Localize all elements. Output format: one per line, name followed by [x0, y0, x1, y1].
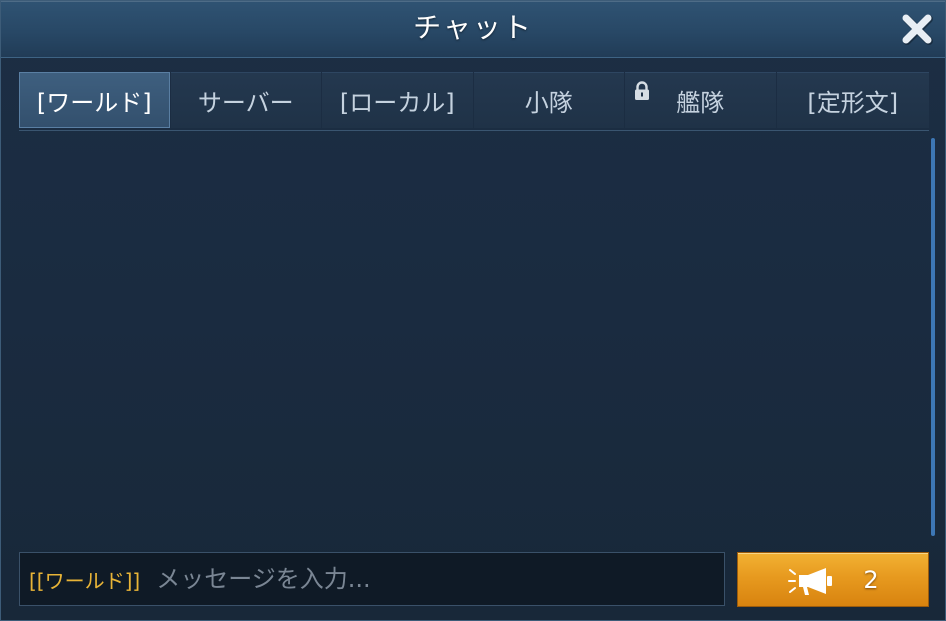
- megaphone-icon: [788, 568, 832, 595]
- tab-label: 艦隊: [676, 89, 725, 117]
- close-icon: [902, 14, 933, 45]
- tab-label: 小隊: [524, 89, 573, 117]
- tab-label: サーバー: [197, 89, 294, 117]
- tab-world[interactable]: [ワールド]: [19, 72, 170, 128]
- chat-window: チャット [ワールド] サーバー [ローカル] 小隊 艦隊 [定形文] [[ワー…: [0, 0, 946, 621]
- tab-squad[interactable]: 小隊: [473, 72, 624, 128]
- tab-label: [ワールド]: [36, 88, 152, 117]
- chat-message-area[interactable]: [19, 132, 929, 536]
- lock-icon: [635, 81, 649, 100]
- window-title: チャット: [413, 11, 533, 44]
- tab-server[interactable]: サーバー: [170, 72, 321, 128]
- send-count: 2: [863, 566, 879, 594]
- tab-fleet[interactable]: 艦隊: [625, 72, 776, 128]
- tab-label: [ローカル]: [339, 89, 455, 117]
- close-button[interactable]: [897, 9, 937, 49]
- title-bar: チャット: [1, 1, 945, 58]
- send-button[interactable]: 2: [737, 552, 929, 607]
- scrollbar[interactable]: [931, 138, 935, 536]
- channel-prefix: [[ワールド]]: [29, 568, 141, 593]
- tab-template[interactable]: [定形文]: [776, 72, 929, 128]
- tab-label: [定形文]: [807, 89, 899, 117]
- tab-local[interactable]: [ローカル]: [322, 72, 473, 128]
- message-input[interactable]: [156, 559, 724, 599]
- channel-tabs: [ワールド] サーバー [ローカル] 小隊 艦隊 [定形文]: [19, 72, 929, 131]
- message-input-box[interactable]: [[ワールド]]: [19, 552, 725, 606]
